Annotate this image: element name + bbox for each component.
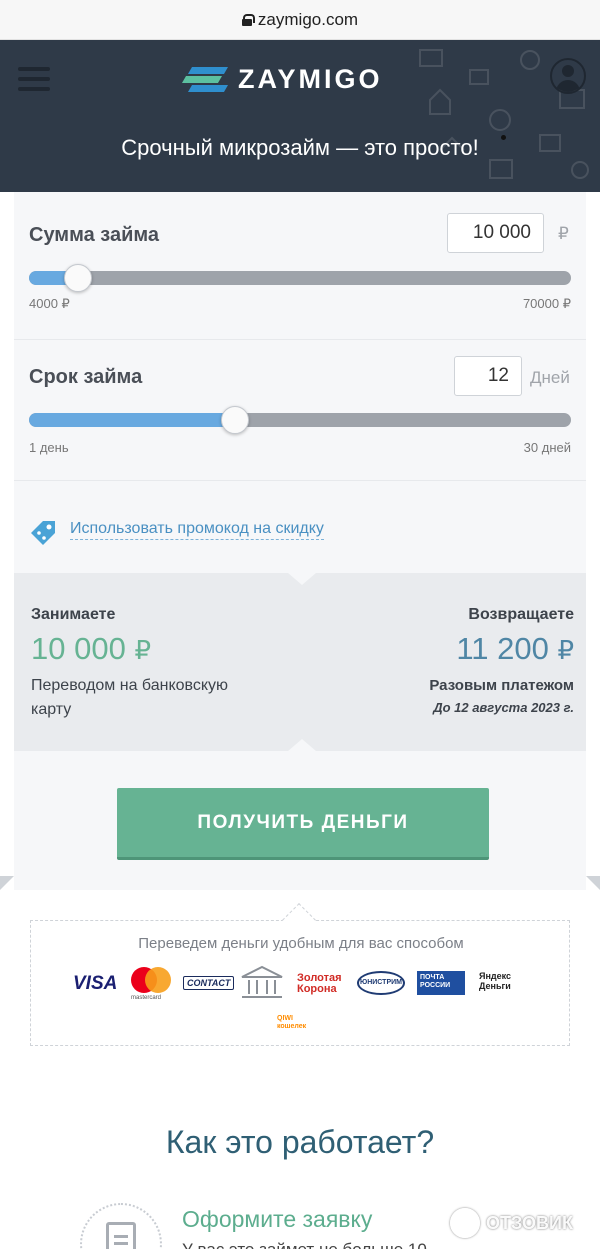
payment-methods-title: Переведем деньги удобным для вас способо…	[138, 935, 464, 952]
divider	[14, 480, 586, 481]
return-method: Разовым платежом	[429, 677, 574, 694]
term-slider-handle[interactable]	[221, 406, 249, 434]
card-corner-left	[0, 876, 14, 890]
card-corner-right	[586, 876, 600, 890]
logo-mark-icon	[181, 66, 229, 93]
payment-methods: Переведем деньги удобным для вас способо…	[30, 903, 570, 1046]
term-slider-fill	[29, 413, 235, 427]
yandex-money-logo: Яндекс Деньги	[479, 971, 512, 991]
amount-slider-handle[interactable]	[64, 264, 92, 292]
menu-icon[interactable]	[18, 67, 52, 91]
term-input[interactable]: 12	[454, 356, 522, 396]
amount-title: Сумма займа	[29, 224, 160, 246]
amount-input[interactable]: 10 000	[447, 213, 544, 253]
return-amount: 11 200 ₽	[456, 631, 574, 666]
mastercard-logo: mastercard	[131, 967, 171, 1001]
return-label: Возвращаете	[468, 606, 574, 623]
russian-post-logo: ПОЧТА РОССИИ	[417, 971, 465, 995]
logo-text: ZAYMIGO	[238, 64, 383, 94]
amount-unit: ₽	[558, 224, 569, 243]
url-text[interactable]: zaymigo.com	[258, 10, 358, 30]
loan-summary: Занимаете 10 000 ₽ Переводом на банковск…	[14, 573, 586, 751]
summary-notch-bottom	[288, 739, 316, 751]
amount-slider-track[interactable]	[29, 271, 571, 285]
term-unit: Дней	[530, 368, 570, 387]
term-min-label: 1 день	[29, 440, 69, 455]
browser-url-bar[interactable]: zaymigo.com	[0, 0, 600, 40]
decorative-dot	[501, 135, 506, 140]
unistream-logo: ЮНИСТРИМ	[357, 971, 405, 995]
promo-code-link[interactable]: Использовать промокод на скидку	[28, 518, 324, 545]
logo[interactable]: ZAYMIGO	[181, 64, 383, 95]
user-profile-icon[interactable]	[550, 58, 586, 94]
header-tagline: Срочный микрозайм — это просто!	[121, 135, 479, 160]
step-text: У вас это займет не больше 10	[182, 1240, 427, 1249]
borrow-amount: 10 000 ₽	[31, 631, 151, 666]
step-title: Оформите заявку	[182, 1206, 373, 1232]
divider	[14, 339, 586, 340]
bank-icon	[239, 965, 285, 1001]
return-date: До 12 августа 2023 г.	[433, 700, 574, 715]
summary-notch-top	[288, 573, 316, 585]
loan-calculator: Сумма займа 10 000 ₽ 4000 ₽ 70000 ₽ Срок…	[14, 192, 586, 890]
payment-methods-pointer	[282, 903, 316, 937]
document-icon	[106, 1222, 136, 1249]
get-money-button[interactable]: ПОЛУЧИТЬ ДЕНЬГИ	[117, 788, 489, 860]
term-title: Срок займа	[29, 366, 143, 388]
amount-max-label: 70000 ₽	[522, 296, 571, 311]
qiwi-logo: QIWI кошелек	[277, 1015, 307, 1030]
how-it-works-title: Как это работает?	[165, 1124, 435, 1160]
borrow-note: Переводом на банковскую карту	[31, 677, 229, 718]
promo-code-label[interactable]: Использовать промокод на скидку	[70, 520, 324, 540]
otzovik-watermark: ОТЗОВИК	[450, 1208, 573, 1238]
lock-icon	[241, 13, 255, 26]
discount-tag-icon	[28, 518, 58, 545]
visa-logo: VISA	[73, 973, 118, 994]
contact-logo: CONTACT	[183, 976, 235, 990]
site-header: ZAYMIGO Срочный микрозайм — это просто!	[0, 40, 600, 192]
term-max-label: 30 дней	[523, 440, 571, 455]
term-slider-track[interactable]	[29, 413, 571, 427]
zolotaya-korona-logo: Золотая Корона	[297, 972, 342, 995]
otzovik-logo-icon	[450, 1208, 480, 1238]
amount-min-label: 4000 ₽	[29, 296, 70, 311]
borrow-label: Занимаете	[31, 606, 116, 623]
